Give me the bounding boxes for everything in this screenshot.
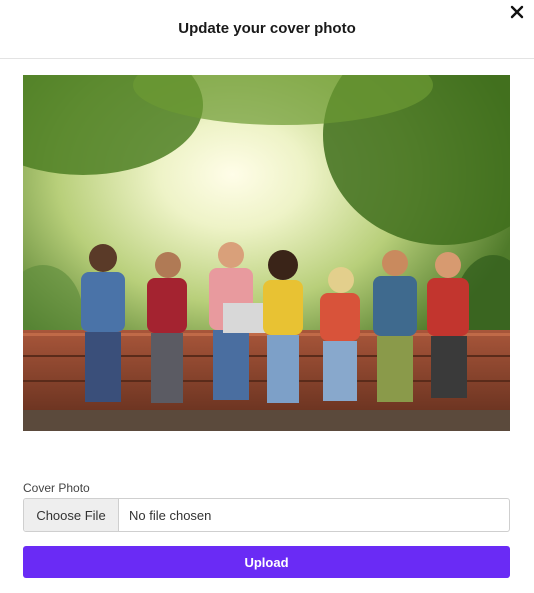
cover-photo-preview [23, 75, 510, 431]
cover-photo-modal: Update your cover photo Cover Photo Choo… [0, 0, 534, 593]
file-status-text: No file chosen [129, 507, 212, 523]
file-input[interactable]: Choose File No file chosen [23, 498, 510, 532]
upload-button[interactable]: Upload [23, 546, 510, 578]
modal-header: Update your cover photo [0, 0, 534, 59]
close-icon[interactable] [508, 3, 526, 21]
modal-title: Update your cover photo [178, 20, 356, 37]
choose-file-button[interactable]: Choose File [24, 499, 119, 531]
cover-photo-label: Cover Photo [23, 481, 90, 495]
